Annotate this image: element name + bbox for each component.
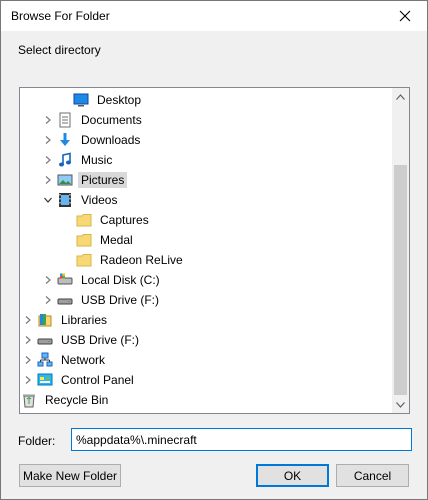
prompt-text: Select directory bbox=[18, 43, 101, 57]
chevron-right-icon[interactable] bbox=[40, 170, 56, 190]
tree-item-label: Radeon ReLive bbox=[100, 253, 183, 267]
tree-item-label: Captures bbox=[100, 213, 149, 227]
tree-item-label: USB Drive (F:) bbox=[61, 333, 139, 347]
tree-item[interactable]: Recycle Bin bbox=[20, 390, 111, 410]
pictures-icon bbox=[56, 172, 74, 188]
scroll-down-button[interactable] bbox=[392, 396, 409, 413]
folder-icon bbox=[75, 252, 93, 268]
browse-for-folder-dialog: Browse For Folder Select directory Deskt… bbox=[0, 0, 428, 500]
chevron-right-icon[interactable] bbox=[20, 330, 36, 350]
tree-item[interactable]: Pictures bbox=[40, 170, 128, 190]
chevron-down-icon[interactable] bbox=[40, 190, 56, 210]
chevron-right-icon[interactable] bbox=[40, 150, 56, 170]
chevron-right-icon[interactable] bbox=[40, 290, 56, 310]
title-bar: Browse For Folder bbox=[1, 1, 427, 31]
tree-item-label: Network bbox=[61, 353, 106, 367]
tree-item-label: Recycle Bin bbox=[45, 393, 109, 407]
tree-item-label: Music bbox=[81, 153, 113, 167]
videos-icon bbox=[56, 192, 74, 208]
usb-drive-icon bbox=[36, 332, 54, 348]
tree-item[interactable]: Libraries bbox=[20, 310, 110, 330]
tree-item[interactable]: Downloads bbox=[40, 130, 143, 150]
tree-item[interactable]: Control Panel bbox=[20, 370, 137, 390]
scroll-up-button[interactable] bbox=[392, 88, 409, 105]
tree-item-label: Pictures bbox=[78, 172, 128, 188]
scrollbar-thumb[interactable] bbox=[394, 165, 407, 395]
network-icon bbox=[36, 352, 54, 368]
chevron-right-icon[interactable] bbox=[20, 350, 36, 370]
desktop-icon bbox=[72, 92, 90, 108]
local-disk-icon bbox=[56, 272, 74, 288]
tree-item-label: Documents bbox=[81, 113, 142, 127]
vertical-scrollbar[interactable] bbox=[392, 88, 409, 413]
folder-path-input[interactable] bbox=[71, 428, 412, 451]
folder-tree[interactable]: Desktop Documents Downloads Music Pictures Vi… bbox=[19, 87, 410, 414]
music-icon bbox=[56, 152, 74, 168]
tree-item-label: Local Disk (C:) bbox=[81, 273, 160, 287]
libraries-icon bbox=[36, 312, 54, 328]
tree-item-label: Desktop bbox=[97, 93, 142, 107]
tree-item[interactable]: Desktop bbox=[56, 90, 144, 110]
chevron-right-icon[interactable] bbox=[20, 370, 36, 390]
tree-item[interactable]: Music bbox=[40, 150, 115, 170]
tree-item[interactable]: Medal bbox=[75, 230, 136, 250]
folder-label: Folder: bbox=[18, 434, 56, 448]
tree-item-label: Libraries bbox=[61, 313, 108, 327]
chevron-down-icon bbox=[396, 401, 405, 408]
tree-item-label: Medal bbox=[100, 233, 133, 247]
chevron-right-icon[interactable] bbox=[20, 310, 36, 330]
chevron-right-icon[interactable] bbox=[40, 130, 56, 150]
chevron-up-icon bbox=[396, 93, 405, 100]
tree-item[interactable]: Documents bbox=[40, 110, 145, 130]
folder-icon bbox=[75, 232, 93, 248]
recycle-bin-icon bbox=[20, 392, 38, 408]
close-button[interactable] bbox=[383, 1, 427, 31]
tree-item[interactable]: Videos bbox=[40, 190, 120, 210]
control-panel-icon bbox=[36, 372, 54, 388]
cancel-button[interactable]: Cancel bbox=[336, 464, 409, 487]
tree-item[interactable]: Local Disk (C:) bbox=[40, 270, 163, 290]
tree-item-label: Control Panel bbox=[61, 373, 134, 387]
tree-item[interactable]: Network bbox=[20, 350, 108, 370]
usb-drive-icon bbox=[56, 292, 74, 308]
dialog-title: Browse For Folder bbox=[11, 9, 110, 23]
chevron-right-icon[interactable] bbox=[40, 270, 56, 290]
documents-icon bbox=[56, 112, 74, 128]
tree-item[interactable]: USB Drive (F:) bbox=[20, 330, 142, 350]
tree-item-label: Downloads bbox=[81, 133, 141, 147]
tree-item[interactable]: Captures bbox=[75, 210, 152, 230]
make-new-folder-button[interactable]: Make New Folder bbox=[19, 464, 121, 487]
tree-item[interactable]: USB Drive (F:) bbox=[40, 290, 162, 310]
tree-item-label: USB Drive (F:) bbox=[81, 293, 159, 307]
folder-icon bbox=[75, 212, 93, 228]
tree-item[interactable]: Radeon ReLive bbox=[75, 250, 186, 270]
downloads-icon bbox=[56, 132, 74, 148]
tree-item-label: Videos bbox=[81, 193, 118, 207]
chevron-right-icon[interactable] bbox=[40, 110, 56, 130]
ok-button[interactable]: OK bbox=[256, 464, 329, 487]
close-icon bbox=[399, 10, 411, 22]
